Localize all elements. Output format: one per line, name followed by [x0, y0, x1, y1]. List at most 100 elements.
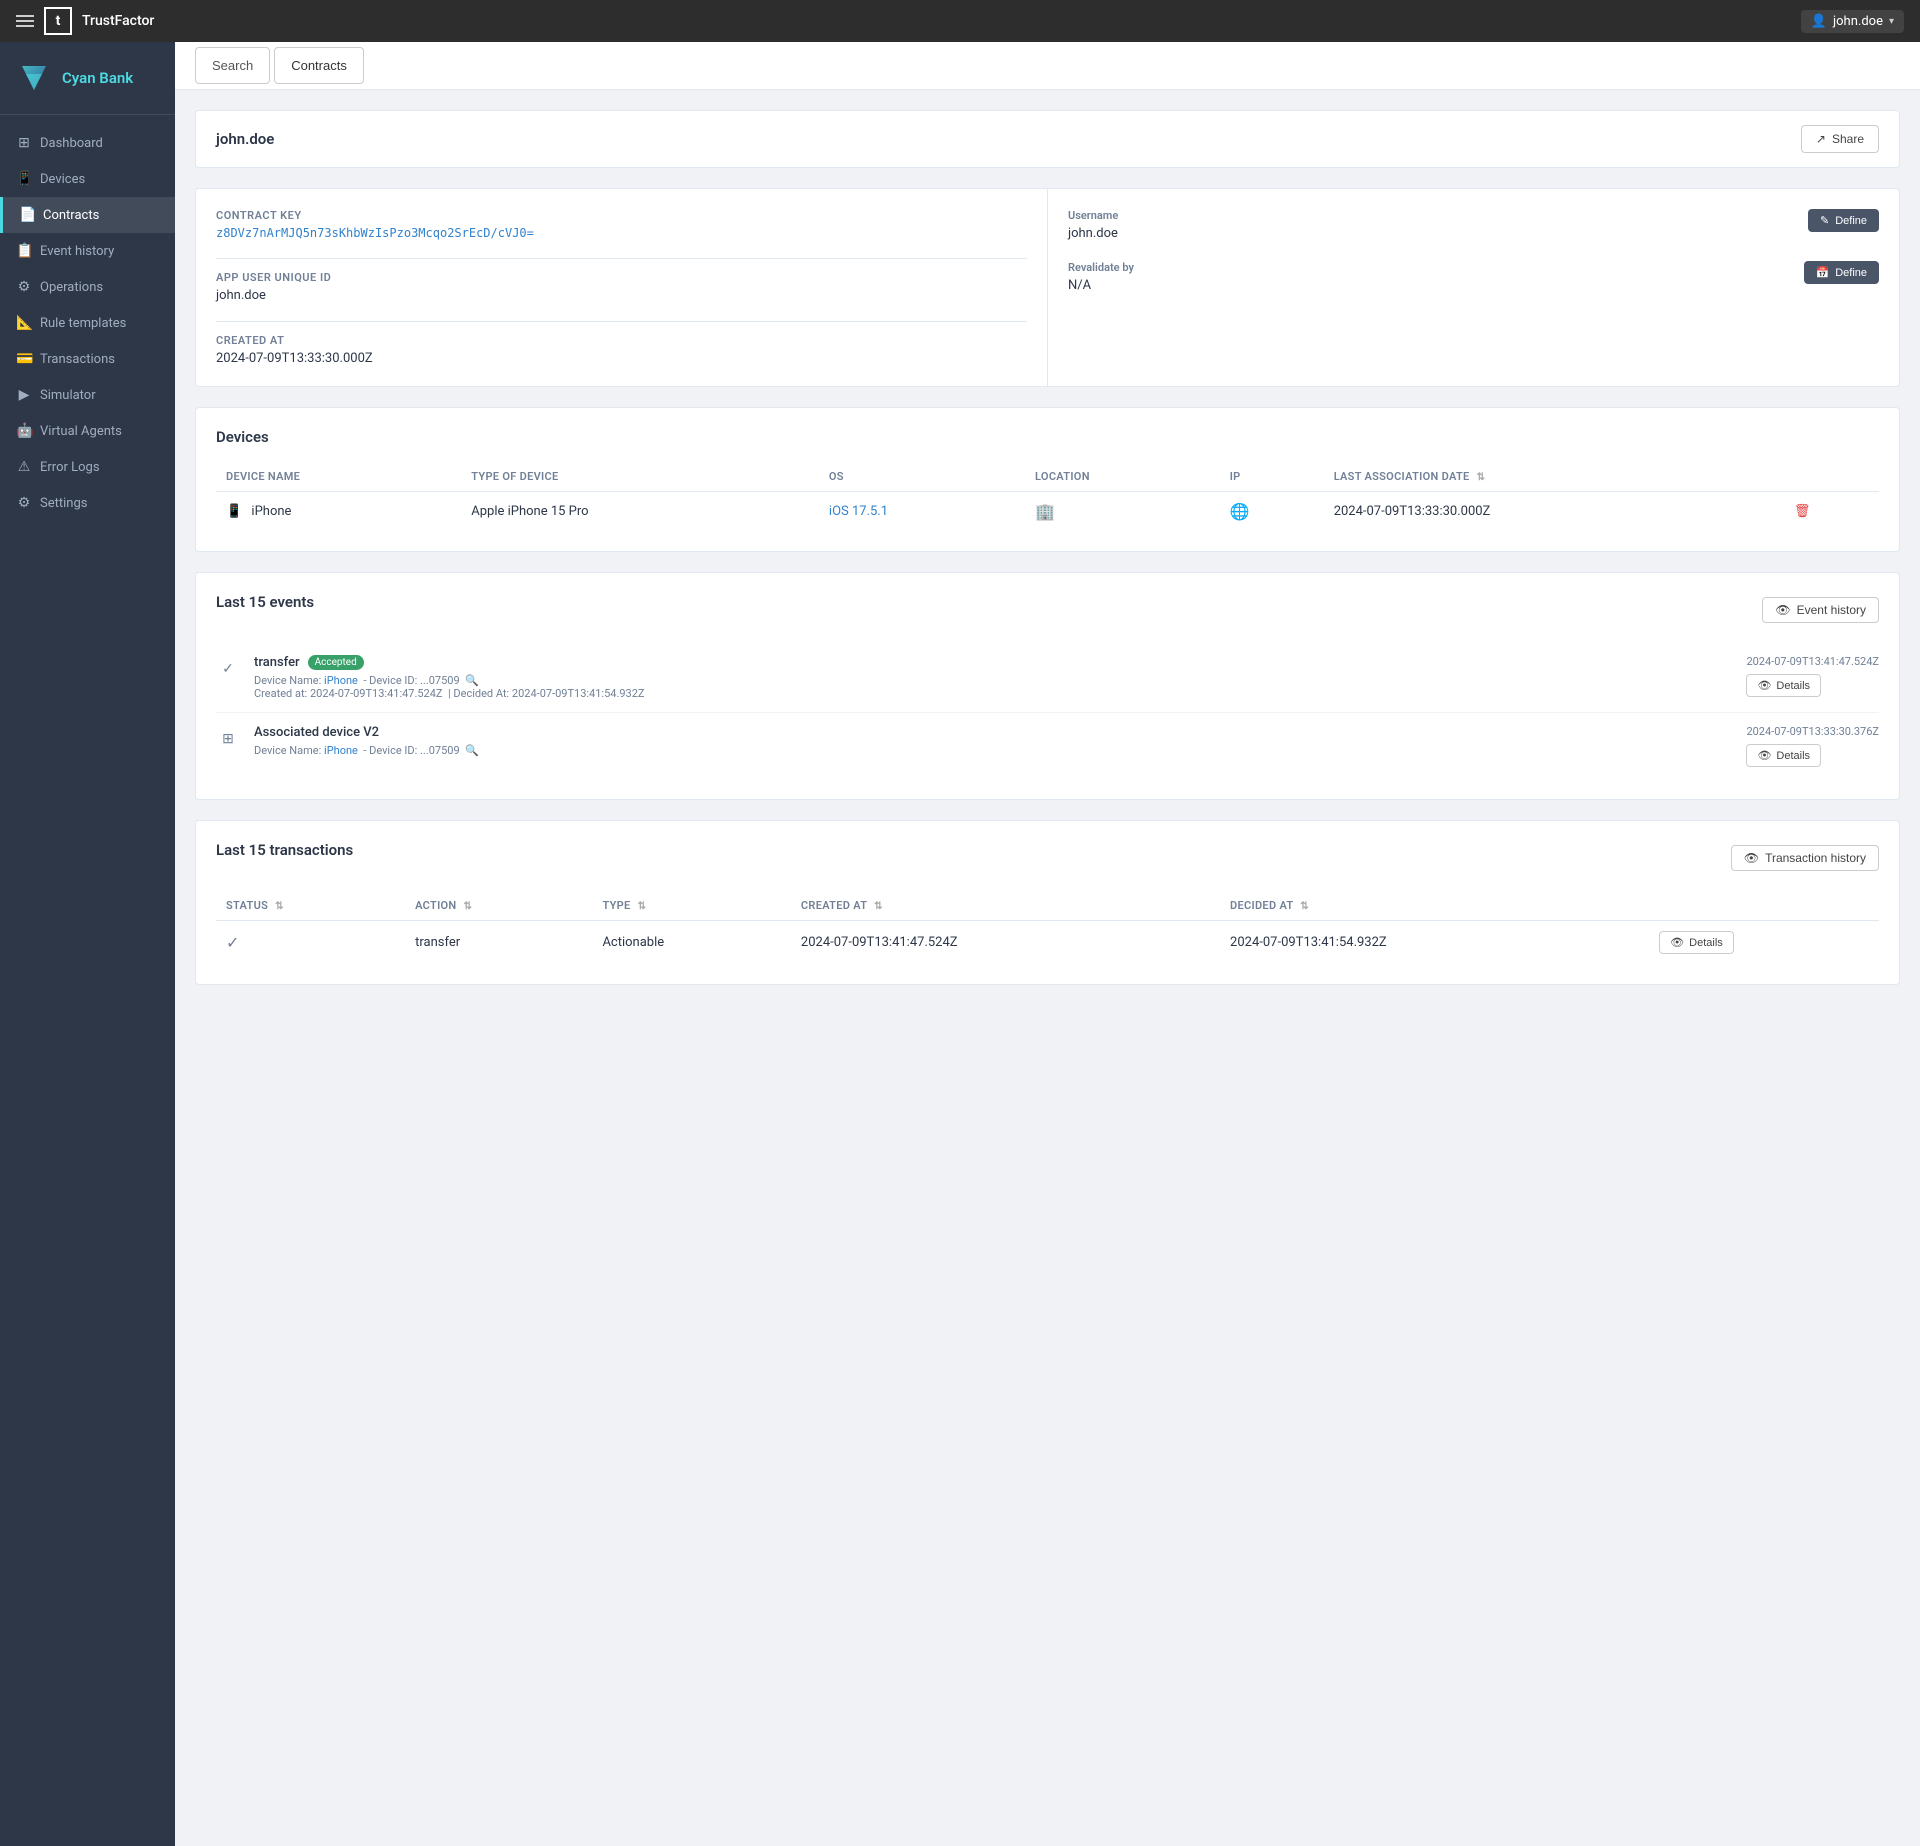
- user-menu[interactable]: 👤 john.doe ▾: [1801, 10, 1904, 33]
- col-device-name: Device Name: [216, 462, 461, 492]
- tx-details-button[interactable]: 👁 Details: [1659, 931, 1734, 954]
- device-name-cell: 📱 iPhone: [216, 492, 461, 532]
- eye-tx-details-icon: 👁: [1670, 936, 1684, 949]
- tx-col-actions: [1649, 891, 1879, 921]
- event-right: 2024-07-09T13:33:30.376Z 👁 Details: [1746, 725, 1879, 767]
- contract-key-field: Contract Key z8DVz7nArMJQ5n73sKhbWzIsPzo…: [216, 209, 1027, 240]
- network-icon: 🌐: [1230, 502, 1250, 521]
- delete-device-icon[interactable]: 🗑: [1794, 504, 1811, 519]
- app-user-id-label: APP User Unique ID: [216, 271, 1027, 284]
- devices-table-header: Device Name Type of device OS Location: [216, 462, 1879, 492]
- breadcrumb-contracts-tab[interactable]: Contracts: [274, 47, 364, 84]
- username-value: john.doe: [1068, 226, 1118, 241]
- event-details-button2[interactable]: 👁 Details: [1746, 744, 1821, 767]
- edit-icon: ✎: [1820, 214, 1829, 227]
- events-title: Last 15 events: [216, 593, 314, 611]
- define2-label: Define: [1835, 267, 1867, 279]
- devices-title: Devices: [216, 428, 1879, 446]
- device-os-cell: iOS 17.5.1: [819, 492, 1025, 532]
- device-type-cell: Apple iPhone 15 Pro: [461, 492, 819, 532]
- event-timestamp: 2024-07-09T13:41:47.524Z: [1746, 655, 1879, 668]
- brand-name-label: Cyan Bank: [62, 69, 133, 87]
- breadcrumb-search-tab[interactable]: Search: [195, 47, 270, 84]
- dashboard-icon: ⊞: [16, 135, 32, 151]
- sidebar-item-event-history[interactable]: 📋 Event history: [0, 233, 175, 269]
- event-details-button[interactable]: 👁 Details: [1746, 674, 1821, 697]
- transaction-history-button[interactable]: 👁 Transaction history: [1731, 845, 1879, 871]
- hamburger-icon[interactable]: [16, 15, 34, 27]
- sort-action-icon: ⇅: [464, 901, 473, 912]
- contract-key-value: z8DVz7nArMJQ5n73sKhbWzIsPzo3Mcqo2SrEcD/c…: [216, 226, 1027, 240]
- error-logs-icon: ⚠: [16, 459, 32, 475]
- tx-decided-cell: 2024-07-09T13:41:54.932Z: [1220, 921, 1649, 965]
- contract-key-label: Contract Key: [216, 209, 1027, 222]
- table-row: 📱 iPhone Apple iPhone 15 Pro iOS 17.5.1 …: [216, 492, 1879, 532]
- sidebar-item-error-logs[interactable]: ⚠ Error Logs: [0, 449, 175, 485]
- device-location-cell: 🏢: [1025, 492, 1220, 532]
- sidebar-item-dashboard[interactable]: ⊞ Dashboard: [0, 125, 175, 161]
- event-timestamp: 2024-07-09T13:33:30.376Z: [1746, 725, 1879, 738]
- sidebar-item-rule-templates[interactable]: 📐 Rule templates: [0, 305, 175, 341]
- app-name: TrustFactor: [82, 13, 154, 29]
- sidebar-item-settings[interactable]: ⚙ Settings: [0, 485, 175, 521]
- event-title-row: transfer Accepted: [254, 655, 1732, 670]
- revalidate-info: Revalidate by N/A: [1068, 261, 1134, 293]
- col-last-association: Last association date ⇅: [1324, 462, 1784, 492]
- transactions-table: Status ⇅ Action ⇅ Type ⇅: [216, 891, 1879, 964]
- search-device-icon2[interactable]: 🔍: [465, 744, 479, 757]
- eye-details-icon: 👁: [1757, 679, 1771, 692]
- rule-templates-icon: 📐: [16, 315, 32, 331]
- event-check-icon: ✓: [216, 657, 240, 681]
- devices-table: Device Name Type of device OS Location: [216, 462, 1879, 531]
- settings-icon: ⚙: [16, 495, 32, 511]
- sidebar-item-contracts[interactable]: 📄 Contracts: [0, 197, 175, 233]
- sidebar-item-operations[interactable]: ⚙ Operations: [0, 269, 175, 305]
- sidebar-item-label: Event history: [40, 244, 114, 259]
- sort-decided-icon: ⇅: [1300, 901, 1309, 912]
- tx-type-cell: Actionable: [592, 921, 790, 965]
- tx-status-cell: ✓: [216, 921, 405, 965]
- define-revalidate-button[interactable]: 📅 Define: [1804, 261, 1880, 284]
- search-device-icon[interactable]: 🔍: [465, 674, 479, 687]
- sidebar-item-label: Transactions: [40, 352, 115, 367]
- sidebar-item-transactions[interactable]: 💳 Transactions: [0, 341, 175, 377]
- sidebar-nav: ⊞ Dashboard 📱 Devices 📄 Contracts 📋 Even…: [0, 115, 175, 531]
- event-history-button[interactable]: 👁 Event history: [1762, 597, 1879, 623]
- event-title-row: Associated device V2: [254, 725, 1732, 740]
- sort-type-icon: ⇅: [638, 901, 647, 912]
- devices-table-body: 📱 iPhone Apple iPhone 15 Pro iOS 17.5.1 …: [216, 492, 1879, 532]
- location-icon: 🏢: [1035, 502, 1055, 521]
- sidebar-item-label: Simulator: [40, 388, 96, 403]
- event-history-icon: 📋: [16, 243, 32, 259]
- app-body: Cyan Bank ⊞ Dashboard 📱 Devices 📄 Contra…: [0, 42, 1920, 1846]
- breadcrumb-bar: Search Contracts: [175, 42, 1920, 90]
- tx-details-label: Details: [1689, 937, 1723, 949]
- define-username-button[interactable]: ✎ Define: [1808, 209, 1879, 232]
- tx-details-cell: 👁 Details: [1649, 921, 1879, 965]
- username-label: Username: [1068, 209, 1118, 222]
- sidebar-item-simulator[interactable]: ▶ Simulator: [0, 377, 175, 413]
- share-button[interactable]: ↗ Share: [1801, 125, 1879, 153]
- event-item: ✓ transfer Accepted Device Name: iPhone …: [216, 643, 1879, 713]
- event-timestamps: Created at: 2024-07-09T13:41:47.524Z | D…: [254, 687, 1732, 700]
- sidebar-item-label: Devices: [40, 172, 85, 187]
- event-body: Associated device V2 Device Name: iPhone…: [254, 725, 1732, 757]
- contract-info-card: Contract Key z8DVz7nArMJQ5n73sKhbWzIsPzo…: [195, 188, 1900, 387]
- sidebar-item-label: Dashboard: [40, 136, 103, 151]
- events-section: Last 15 events 👁 Event history ✓ transfe…: [195, 572, 1900, 800]
- tx-history-label: Transaction history: [1765, 851, 1866, 865]
- transactions-icon: 💳: [16, 351, 32, 367]
- logo-letter: t: [56, 13, 61, 29]
- sidebar-item-virtual-agents[interactable]: 🤖 Virtual Agents: [0, 413, 175, 449]
- username-info: Username john.doe: [1068, 209, 1118, 241]
- event-accepted-badge: Accepted: [308, 655, 364, 670]
- sidebar-item-devices[interactable]: 📱 Devices: [0, 161, 175, 197]
- app-user-id-field: APP User Unique ID john.doe: [216, 271, 1027, 303]
- event-name: transfer: [254, 655, 300, 670]
- sidebar-item-label: Virtual Agents: [40, 424, 122, 439]
- event-device-name: iPhone: [324, 744, 358, 757]
- event-device-id: ...07509: [420, 744, 460, 757]
- col-type-of-device: Type of device: [461, 462, 819, 492]
- sort-created-icon: ⇅: [874, 901, 883, 912]
- created-at-label: Created at: [216, 334, 1027, 347]
